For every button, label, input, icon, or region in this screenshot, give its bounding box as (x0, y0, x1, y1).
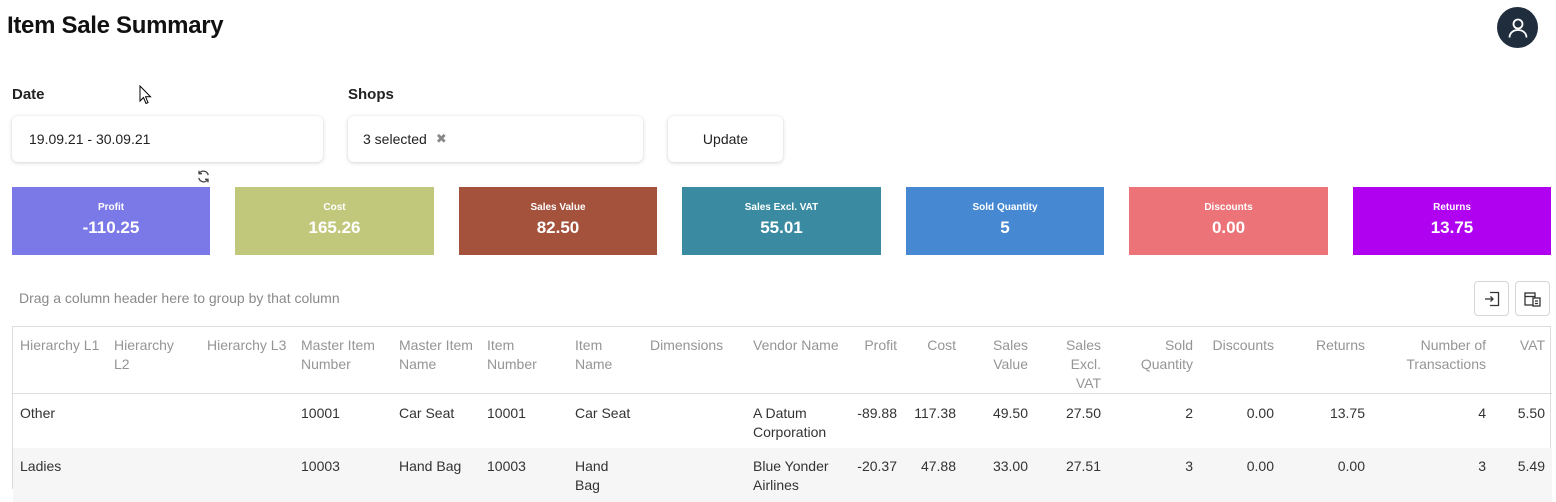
cell-cost: 117.38 (914, 405, 956, 421)
cell-item-number: 10003 (480, 447, 568, 502)
col-header-hierarchy-l3[interactable]: Hierarchy L3 (200, 327, 294, 394)
kpi-label: Sales Value (530, 202, 586, 213)
sales-table: Hierarchy L1 Hierarchy L2 Hierarchy L3 M… (13, 327, 1552, 502)
kpi-value: 55.01 (760, 218, 803, 237)
close-icon[interactable]: ✖ (436, 131, 447, 147)
kpi-value: 0.00 (1211, 218, 1246, 237)
table-row[interactable]: Ladies 10003 Hand Bag 10003 Hand Bag Blu… (13, 447, 1552, 502)
kpi-label: Discounts (1204, 202, 1253, 213)
cell-sales-excl-vat: 27.51 (1035, 447, 1108, 502)
kpi-value: 165.26 (308, 218, 361, 237)
cell-vat: 5.50 (1517, 405, 1545, 421)
kpi-label: Returns (1433, 202, 1471, 213)
cell-master-item-number: 10003 (294, 447, 392, 502)
kpi-value: 82.50 (536, 218, 580, 237)
cell-master-item-name: Car Seat (399, 405, 455, 421)
kpi-discounts: Discounts 0.00 (1129, 187, 1328, 255)
cell-profit: -20.37 (850, 447, 904, 502)
mouse-cursor-icon (139, 85, 152, 105)
cell-vendor-name: A Datum Corporation (753, 405, 827, 440)
cell-vendor-name: Blue Yonder Airlines (746, 447, 850, 502)
col-header-number-of-transactions[interactable]: Number of Transactions (1372, 327, 1493, 394)
col-header-dimensions[interactable]: Dimensions (643, 327, 746, 394)
cell-master-item-name: Hand Bag (392, 447, 480, 502)
shops-select[interactable]: 3 selected ✖ (348, 116, 643, 162)
date-label: Date (12, 86, 45, 103)
cell-sales-value: 33.00 (963, 447, 1035, 502)
col-header-sold-quantity[interactable]: Sold Quantity (1108, 327, 1200, 394)
col-header-item-name[interactable]: Item Name (568, 327, 643, 394)
date-range-value: 19.09.21 - 30.09.21 (29, 131, 151, 147)
kpi-sales-excl-vat: Sales Excl. VAT 55.01 (682, 187, 881, 255)
cell-returns: 13.75 (1329, 405, 1365, 421)
col-header-hierarchy-l2[interactable]: Hierarchy L2 (107, 327, 200, 394)
cell-sold-quantity: 3 (1108, 447, 1200, 502)
cell-dimensions (643, 447, 746, 502)
cell-item-name: Hand Bag (568, 447, 643, 502)
col-header-discounts[interactable]: Discounts (1200, 327, 1281, 394)
header-row: Hierarchy L1 Hierarchy L2 Hierarchy L3 M… (13, 327, 1552, 394)
cell-dimensions (643, 394, 746, 448)
cell-hierarchy-l1: Ladies (13, 447, 107, 502)
col-header-vendor-name[interactable]: Vendor Name (746, 327, 850, 394)
kpi-returns: Returns 13.75 (1353, 187, 1551, 255)
cell-hierarchy-l2 (107, 447, 200, 502)
col-header-master-item-number[interactable]: Master Item Number (294, 327, 392, 394)
cell-hierarchy-l3 (200, 394, 294, 448)
col-header-sales-excl-vat[interactable]: Sales Excl. VAT (1035, 327, 1108, 394)
data-grid: Hierarchy L1 Hierarchy L2 Hierarchy L3 M… (12, 326, 1552, 502)
col-header-hierarchy-l1[interactable]: Hierarchy L1 (13, 327, 107, 394)
update-button[interactable]: Update (668, 116, 783, 162)
kpi-profit: Profit -110.25 (12, 187, 210, 255)
col-header-item-number[interactable]: Item Number (480, 327, 568, 394)
table-row[interactable]: Other 10001 Car Seat 10001 Car Seat A Da… (13, 394, 1552, 448)
kpi-sold-quantity: Sold Quantity 5 (906, 187, 1104, 255)
group-panel-hint[interactable]: Drag a column header here to group by th… (19, 290, 340, 306)
col-header-sales-value[interactable]: Sales Value (963, 327, 1035, 394)
cell-hierarchy-l2 (107, 394, 200, 448)
kpi-label: Cost (323, 202, 346, 213)
page-title: Item Sale Summary (7, 12, 224, 39)
kpi-sales-value: Sales Value 82.50 (459, 187, 657, 255)
cell-profit: -89.88 (857, 405, 897, 421)
cell-hierarchy-l3 (200, 447, 294, 502)
date-range-picker[interactable]: 19.09.21 - 30.09.21 (12, 116, 323, 162)
cell-number-of-transactions: 4 (1478, 405, 1486, 421)
column-chooser-button[interactable] (1515, 281, 1550, 316)
cell-number-of-transactions: 3 (1372, 447, 1493, 502)
cell-discounts: 0.00 (1246, 405, 1274, 421)
column-chooser-icon (1524, 291, 1541, 307)
export-icon (1484, 291, 1499, 306)
col-header-cost[interactable]: Cost (904, 327, 963, 394)
user-avatar[interactable] (1497, 7, 1538, 48)
cell-item-number: 10001 (487, 405, 526, 421)
user-icon (1508, 18, 1527, 38)
col-header-vat[interactable]: VAT (1493, 327, 1552, 394)
kpi-label: Profit (97, 202, 125, 213)
cell-hierarchy-l1: Other (20, 405, 56, 421)
kpi-value: 13.75 (1430, 218, 1474, 237)
cell-cost: 47.88 (904, 447, 963, 502)
kpi-label: Sold Quantity (972, 202, 1038, 213)
col-header-master-item-name[interactable]: Master Item Name (392, 327, 480, 394)
cell-vat: 5.49 (1493, 447, 1552, 502)
shops-label: Shops (348, 86, 394, 103)
cell-item-name: Car Seat (575, 405, 631, 421)
col-header-profit[interactable]: Profit (850, 327, 904, 394)
col-header-returns[interactable]: Returns (1281, 327, 1372, 394)
cell-sold-quantity: 2 (1185, 405, 1193, 421)
refresh-icon[interactable] (196, 169, 211, 184)
kpi-cost: Cost 165.26 (235, 187, 434, 255)
cell-sales-excl-vat: 27.50 (1065, 405, 1101, 421)
cell-sales-value: 49.50 (992, 405, 1028, 421)
kpi-value: 5 (1000, 218, 1010, 237)
cell-master-item-number: 10001 (301, 405, 340, 421)
cell-discounts: 0.00 (1200, 447, 1281, 502)
cell-returns: 0.00 (1281, 447, 1372, 502)
kpi-value: -110.25 (82, 218, 140, 237)
kpi-label: Sales Excl. VAT (744, 202, 819, 213)
shops-selected-value: 3 selected (363, 131, 427, 147)
export-button[interactable] (1474, 281, 1509, 316)
